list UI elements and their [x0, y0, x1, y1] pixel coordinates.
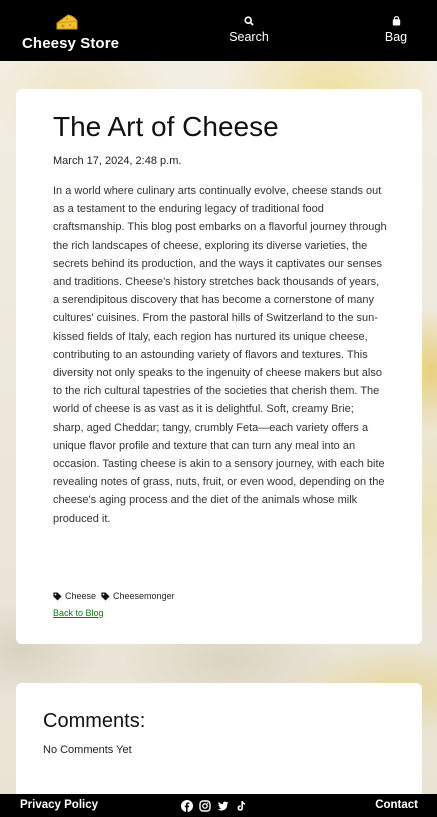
comments-card: Comments: No Comments Yet — [16, 683, 422, 803]
comments-empty-text: No Comments Yet — [43, 744, 132, 756]
nav-search-link[interactable]: Search — [226, 15, 272, 44]
tiktok-icon[interactable] — [235, 799, 247, 811]
contact-link[interactable]: Contact — [375, 799, 418, 811]
post-date: March 17, 2024, 2:48 p.m. — [53, 155, 182, 167]
post-body: In a world where culinary arts continual… — [53, 185, 387, 525]
facebook-icon[interactable] — [181, 799, 193, 812]
blog-post-card: The Art of Cheese March 17, 2024, 2:48 p… — [16, 89, 422, 644]
bag-icon — [380, 15, 412, 27]
tag-item[interactable]: Cheesemonger — [101, 591, 175, 601]
tag-label: Cheese — [65, 591, 97, 601]
nav-bag-label: Bag — [384, 30, 408, 44]
tag-icon — [53, 591, 62, 601]
instagram-icon[interactable] — [199, 799, 211, 812]
nav-search-label: Search — [229, 30, 269, 44]
post-title: The Art of Cheese — [53, 111, 279, 142]
social-links — [181, 799, 247, 812]
tag-icon — [101, 591, 110, 601]
tag-item[interactable]: Cheese — [53, 591, 96, 601]
top-nav-bar: Cheesy Store Search Bag — [0, 0, 437, 61]
footer-bar: Privacy Policy Contact — [0, 794, 437, 817]
search-icon — [226, 15, 272, 27]
twitter-icon[interactable] — [217, 799, 229, 811]
privacy-policy-link[interactable]: Privacy Policy — [20, 799, 98, 811]
tag-label: Cheesemonger — [113, 591, 175, 601]
nav-bag-link[interactable]: Bag — [380, 15, 412, 44]
cheese-icon — [55, 12, 79, 32]
back-to-blog-link[interactable]: Back to Blog — [53, 608, 104, 618]
brand-name: Cheesy Store — [22, 35, 120, 52]
comments-title: Comments: — [43, 710, 146, 732]
post-tags: Cheese Cheesemonger — [53, 591, 180, 601]
